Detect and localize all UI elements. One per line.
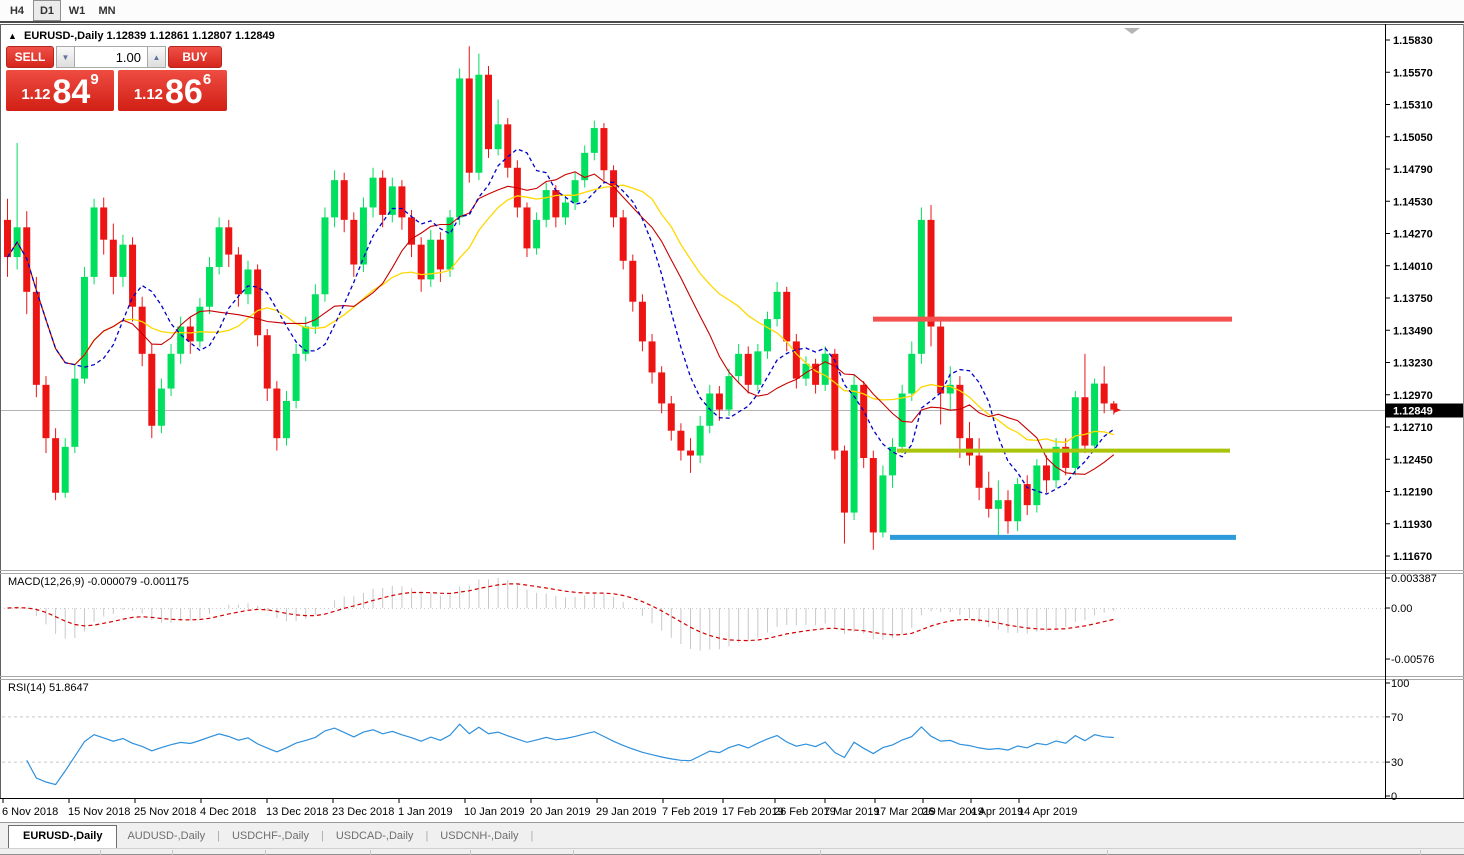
one-click-trading-panel: SELL ▼ ▲ BUY 1.12 84 9 1.12 86 6 — [6, 46, 227, 111]
svg-text:7 Feb 2019: 7 Feb 2019 — [662, 806, 718, 818]
svg-text:1.15050: 1.15050 — [1393, 132, 1433, 144]
buy-price-big: 86 — [165, 78, 203, 107]
svg-text:0.00: 0.00 — [1391, 603, 1412, 615]
svg-text:1.13490: 1.13490 — [1393, 325, 1433, 337]
macd-values: -0.000079 -0.001175 — [87, 576, 188, 588]
chevron-up-icon: ▲ — [153, 53, 161, 62]
macd-indicator-label: MACD(12,26,9) -0.000079 -0.001175 — [8, 576, 189, 588]
buy-button[interactable]: BUY — [168, 46, 222, 68]
status-bar-divider — [172, 850, 173, 855]
rsi-indicator-label: RSI(14) 51.8647 — [8, 682, 89, 694]
svg-text:0.003387: 0.003387 — [1391, 573, 1437, 585]
tab-separator: | — [319, 826, 326, 848]
timeframe-toolbar: H4D1W1MN — [0, 0, 1464, 23]
svg-text:1.15310: 1.15310 — [1393, 100, 1433, 112]
expand-triangle-icon[interactable]: ▲ — [8, 31, 17, 41]
buy-price-prefix: 1.12 — [134, 86, 163, 103]
status-bar-divider — [470, 850, 471, 855]
chart-tab-usdcnh[interactable]: USDCNH-,Daily — [430, 826, 528, 848]
svg-text:1.11670: 1.11670 — [1393, 551, 1432, 563]
chart-tab-audusd[interactable]: AUDUSD-,Daily — [117, 826, 215, 848]
sell-price-pip: 9 — [90, 71, 98, 88]
timeframe-button-h4[interactable]: H4 — [3, 0, 31, 21]
timeframe-button-w1[interactable]: W1 — [63, 0, 91, 21]
svg-text:0: 0 — [1391, 791, 1397, 803]
chart-ohlc-values: 1.12839 1.12861 1.12807 1.12849 — [107, 30, 275, 42]
buy-price-pip: 6 — [203, 71, 211, 88]
svg-text:1.15830: 1.15830 — [1393, 35, 1433, 47]
price-chart-canvas[interactable]: 1.15830 1.15570 1.15310 1.15050 1.14790 1.145… — [0, 0, 1464, 855]
sell-price-prefix: 1.12 — [21, 86, 50, 103]
status-bar-divider — [573, 850, 574, 855]
svg-text:29 Jan 2019: 29 Jan 2019 — [596, 806, 657, 818]
status-bar-divider — [370, 850, 371, 855]
tab-separator: | — [423, 826, 430, 848]
status-bar-divider — [1420, 850, 1421, 855]
chart-tab-eurusd[interactable]: EURUSD-,Daily — [8, 825, 117, 848]
chart-title-bar: ▲ EURUSD-,Daily 1.12839 1.12861 1.12807 … — [8, 30, 275, 42]
svg-text:4 Apr 2019: 4 Apr 2019 — [970, 806, 1023, 818]
sell-price-big: 84 — [53, 78, 91, 107]
svg-text:-0.00576: -0.00576 — [1391, 654, 1434, 666]
volume-decrease-button[interactable]: ▼ — [56, 46, 75, 68]
svg-text:23 Dec 2018: 23 Dec 2018 — [332, 806, 394, 818]
sell-button[interactable]: SELL — [6, 46, 54, 68]
svg-text:1.14010: 1.14010 — [1393, 261, 1433, 273]
volume-input[interactable] — [75, 46, 147, 68]
svg-text:1.14530: 1.14530 — [1393, 196, 1433, 208]
sell-price-button[interactable]: 1.12 84 9 — [6, 70, 114, 111]
svg-text:4 Dec 2018: 4 Dec 2018 — [200, 806, 256, 818]
volume-increase-button[interactable]: ▲ — [147, 46, 166, 68]
svg-text:70: 70 — [1391, 712, 1403, 724]
chevron-down-icon: ▼ — [62, 53, 70, 62]
svg-text:1.15570: 1.15570 — [1393, 67, 1433, 79]
svg-text:1.12970: 1.12970 — [1393, 390, 1433, 402]
chart-background — [0, 24, 1464, 848]
svg-text:1.13230: 1.13230 — [1393, 358, 1433, 370]
svg-text:1.12710: 1.12710 — [1393, 422, 1433, 434]
chart-tab-usdchf[interactable]: USDCHF-,Daily — [222, 826, 319, 848]
status-bar-divider — [820, 850, 821, 855]
svg-text:100: 100 — [1391, 678, 1409, 690]
svg-text:1.12450: 1.12450 — [1393, 454, 1433, 466]
tab-separator: | — [215, 826, 222, 848]
svg-text:1.11930: 1.11930 — [1393, 519, 1432, 531]
svg-text:20 Jan 2019: 20 Jan 2019 — [530, 806, 591, 818]
svg-text:1.12190: 1.12190 — [1393, 487, 1433, 499]
svg-text:1 Jan 2019: 1 Jan 2019 — [398, 806, 452, 818]
chart-tab-usdcad[interactable]: USDCAD-,Daily — [326, 826, 424, 848]
svg-text:6 Nov 2018: 6 Nov 2018 — [2, 806, 58, 818]
status-bar — [0, 848, 1464, 855]
svg-text:1.12849: 1.12849 — [1393, 406, 1433, 418]
tab-separator: | — [529, 826, 536, 848]
status-bar-divider — [1107, 850, 1108, 855]
svg-text:15 Nov 2018: 15 Nov 2018 — [68, 806, 130, 818]
buy-price-button[interactable]: 1.12 86 6 — [118, 70, 227, 111]
status-bar-divider — [265, 850, 266, 855]
svg-text:1.14790: 1.14790 — [1393, 164, 1433, 176]
svg-text:13 Dec 2018: 13 Dec 2018 — [266, 806, 328, 818]
chart-tabs-bar: EURUSD-,DailyAUDUSD-,Daily|USDCHF-,Daily… — [0, 822, 1464, 848]
svg-text:10 Jan 2019: 10 Jan 2019 — [464, 806, 525, 818]
svg-text:25 Nov 2018: 25 Nov 2018 — [134, 806, 196, 818]
timeframe-button-d1[interactable]: D1 — [33, 0, 61, 21]
status-bar-divider — [100, 850, 101, 855]
svg-text:14 Apr 2019: 14 Apr 2019 — [1018, 806, 1077, 818]
terminal-window: 1.15830 1.15570 1.15310 1.15050 1.14790 1.145… — [0, 0, 1464, 855]
chart-symbol-label: EURUSD-,Daily — [24, 30, 103, 42]
timeframe-button-mn[interactable]: MN — [93, 0, 121, 21]
svg-text:1.14270: 1.14270 — [1393, 229, 1433, 241]
svg-text:30: 30 — [1391, 757, 1403, 769]
svg-text:7 Mar 2019: 7 Mar 2019 — [824, 806, 880, 818]
rsi-value: 51.8647 — [49, 682, 89, 694]
svg-text:1.13750: 1.13750 — [1393, 293, 1433, 305]
